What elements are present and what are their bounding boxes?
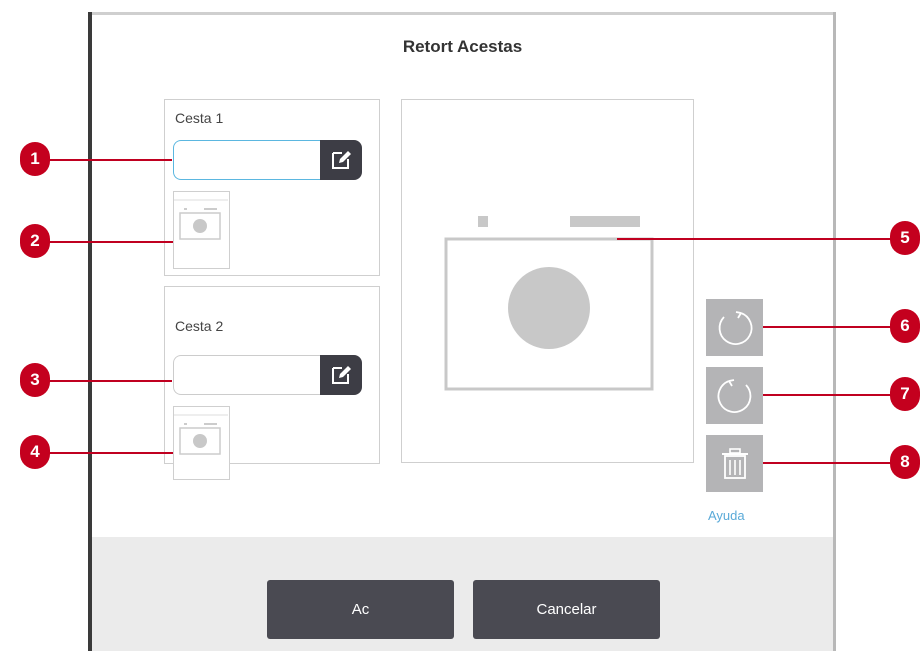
basket-2-panel: Cesta 2: [164, 286, 380, 480]
dialog-title: Retort Acestas: [402, 37, 523, 56]
trash-icon: [721, 447, 748, 479]
rotate-counterclockwise-button[interactable]: [706, 367, 763, 424]
pencil-edit-icon: [332, 151, 351, 169]
ok-button[interactable]: Ac: [267, 580, 454, 639]
basket-1-name-input[interactable]: [173, 140, 321, 180]
basket-2-label: Cesta 2: [175, 318, 224, 334]
callout-marker-7: 7: [890, 377, 920, 411]
camera-icon: [174, 199, 228, 240]
dialog-footer: Ac Cancelar: [92, 537, 833, 651]
rotate-clockwise-icon: [718, 310, 752, 345]
rotate-clockwise-button[interactable]: [706, 299, 763, 356]
photo-preview-area: [401, 99, 694, 463]
basket-1-photo-thumbnail[interactable]: [173, 191, 230, 269]
callout-marker-4: 4: [20, 435, 50, 469]
basket-2-name-input[interactable]: [173, 355, 321, 395]
camera-icon: [444, 216, 654, 391]
basket-1-panel: Cesta 1: [164, 99, 380, 276]
callout-line-5: [617, 238, 907, 240]
rotate-counterclockwise-icon: [717, 378, 751, 413]
callout-line-7: [763, 394, 907, 396]
callout-line-6: [763, 326, 907, 328]
callout-marker-6: 6: [890, 309, 920, 343]
help-link[interactable]: Ayuda: [708, 508, 745, 523]
cancel-button[interactable]: Cancelar: [473, 580, 660, 639]
basket-2-photo-thumbnail[interactable]: [173, 406, 230, 480]
callout-marker-5: 5: [890, 221, 920, 255]
callout-line-8: [763, 462, 907, 464]
basket-2-edit-button[interactable]: [320, 355, 362, 395]
callout-line-1: [30, 159, 172, 161]
callout-line-2: [30, 241, 173, 243]
camera-icon: [174, 414, 228, 455]
callout-marker-2: 2: [20, 224, 50, 258]
window-frame-right: [833, 12, 836, 651]
callout-line-3: [30, 380, 172, 382]
retort-baskets-dialog: Retort Acestas Cesta 1 Cesta 2 Ayuda Ac …: [92, 15, 833, 651]
pencil-edit-icon: [332, 366, 351, 384]
callout-marker-1: 1: [20, 142, 50, 176]
basket-1-label: Cesta 1: [175, 110, 224, 126]
delete-photo-button[interactable]: [706, 435, 763, 492]
callout-marker-3: 3: [20, 363, 50, 397]
callout-marker-8: 8: [890, 445, 920, 479]
basket-1-edit-button[interactable]: [320, 140, 362, 180]
callout-line-4: [30, 452, 173, 454]
